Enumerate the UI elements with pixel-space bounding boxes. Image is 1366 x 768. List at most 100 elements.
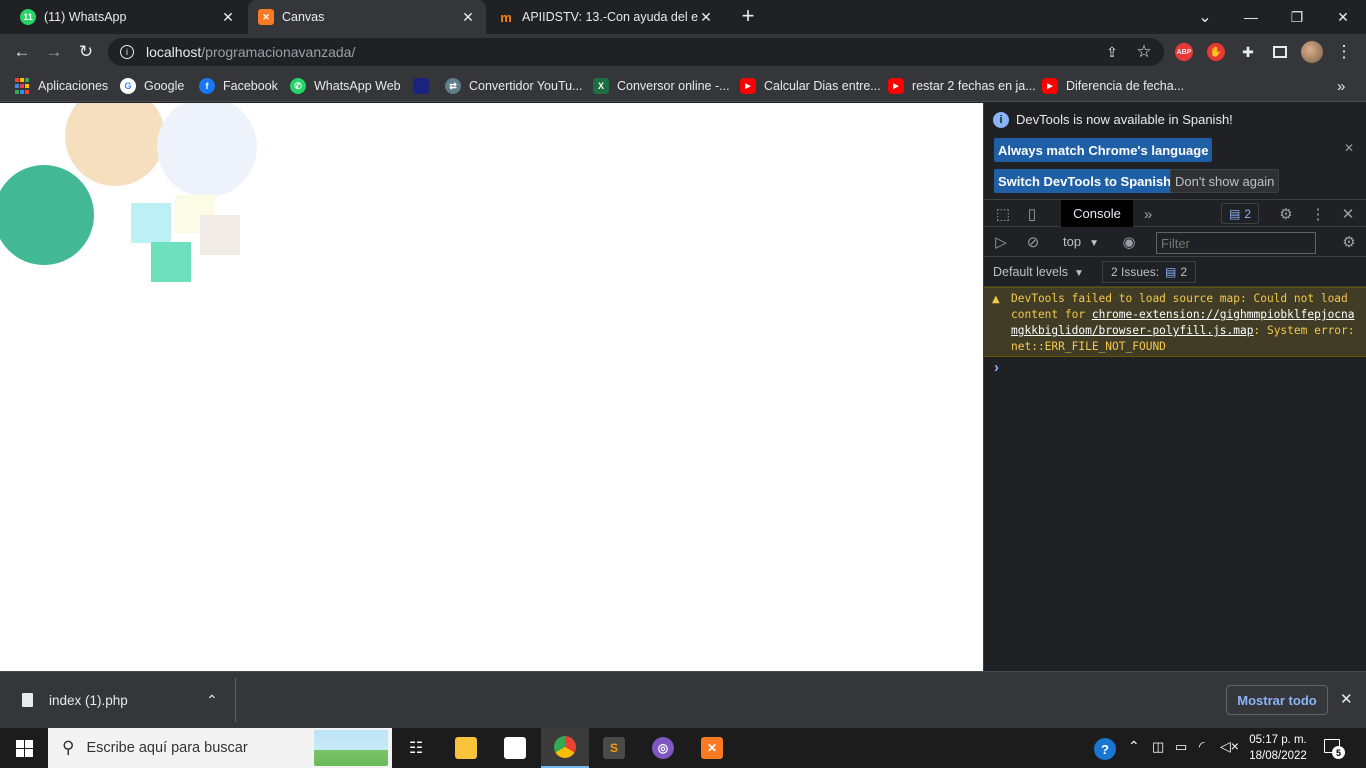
close-banner-icon[interactable]: ✕	[1344, 141, 1354, 155]
bookmark-conversor[interactable]: X Conversor online -...	[593, 76, 730, 96]
show-all-downloads-button[interactable]: Mostrar todo	[1226, 685, 1328, 715]
extensions-button[interactable]: ✚	[1234, 38, 1262, 66]
excel-icon: X	[593, 78, 609, 94]
volume-muted-icon[interactable]: ◁×	[1220, 738, 1239, 755]
tab-apiidstv[interactable]: m APIIDSTV: 13.-Con ayuda del eve ✕	[488, 0, 724, 34]
help-icon[interactable]: ?	[1094, 738, 1116, 760]
download-filename: index (1).php	[49, 692, 128, 708]
bookmark-convertidor[interactable]: ⇄ Convertidor YouTu...	[445, 76, 583, 96]
bookmark-diferencia-fecha[interactable]: ▶ Diferencia de fecha...	[1042, 76, 1184, 96]
tab-title: APIIDSTV: 13.-Con ayuda del eve	[522, 10, 698, 24]
issues-label: 2 Issues:	[1111, 265, 1160, 279]
share-button[interactable]: ⇪	[1098, 38, 1126, 66]
bookmark-aplicaciones[interactable]: Aplicaciones	[14, 76, 108, 96]
bookmark-label: Aplicaciones	[38, 79, 109, 93]
issues-badge: 2	[1180, 265, 1188, 279]
browser-toolbar: ← → ↻ i localhost/programacionavanzada/ …	[0, 34, 1366, 70]
taskbar-chrome[interactable]	[541, 728, 589, 768]
mint-square	[151, 242, 191, 282]
issues-counter-button[interactable]: ▤ 2	[1221, 203, 1259, 224]
bookmark-calcular-dias[interactable]: ▶ Calcular Dias entre...	[740, 76, 881, 96]
bookmarks-overflow-button[interactable]: »	[1337, 76, 1345, 96]
minimize-button[interactable]: —	[1228, 0, 1274, 34]
notification-center-button[interactable]: 5	[1322, 737, 1346, 759]
menu-button[interactable]: ⋮	[1330, 38, 1358, 66]
search-icon: ⚲	[62, 738, 75, 757]
dropdown-arrow-icon: ▼	[1074, 268, 1084, 279]
bookmark-label: restar 2 fechas en ja...	[912, 79, 1036, 93]
download-shelf: index (1).php ⌃ Mostrar todo ✕	[0, 671, 1366, 728]
avatar	[1301, 41, 1323, 63]
tab-console[interactable]: Console	[1061, 200, 1133, 227]
bookmark-whatsapp-web[interactable]: ✆ WhatsApp Web	[290, 76, 401, 96]
taskbar-search-box[interactable]: ⚲ Escribe aquí para buscar	[48, 728, 392, 768]
taskbar-file-explorer[interactable]	[442, 728, 490, 768]
sidebar-toggle-icon[interactable]: ▷	[990, 231, 1012, 253]
default-levels-dropdown[interactable]: Default levels ▼	[993, 265, 1084, 279]
console-prompt[interactable]: ›	[994, 359, 999, 376]
bookmark-facebook[interactable]: f Facebook	[199, 76, 278, 96]
close-window-button[interactable]: ✕	[1320, 0, 1366, 34]
forward-button[interactable]: →	[40, 38, 68, 66]
more-tabs-icon[interactable]: »	[1137, 203, 1159, 225]
start-button[interactable]	[0, 728, 48, 768]
side-panel-icon	[1273, 46, 1287, 58]
wifi-icon[interactable]: ◜	[1199, 738, 1204, 755]
stop-extension[interactable]: ✋	[1202, 38, 1230, 66]
page-viewport	[0, 103, 983, 671]
tab-whatsapp[interactable]: 11 (11) WhatsApp ✕	[10, 0, 246, 34]
kebab-menu-icon[interactable]: ⋮	[1307, 203, 1329, 225]
tab-search-button[interactable]: ⌄	[1182, 0, 1228, 34]
taskbar-github[interactable]: ◎	[639, 728, 687, 768]
site-info-icon[interactable]: i	[120, 45, 134, 59]
tab-canvas[interactable]: ✕ Canvas ✕	[248, 0, 486, 34]
tab-strip: 11 (11) WhatsApp ✕ ✕ Canvas ✕ m APIIDSTV…	[0, 0, 1366, 34]
bookmark-label: Google	[144, 79, 185, 93]
device-toolbar-icon[interactable]: ▯	[1021, 203, 1043, 225]
profile-button[interactable]	[1298, 38, 1326, 66]
clear-console-icon[interactable]: ⊘	[1022, 231, 1044, 253]
chevron-up-icon[interactable]: ⌃	[1128, 738, 1140, 755]
close-shelf-icon[interactable]: ✕	[1340, 690, 1353, 708]
download-item[interactable]: index (1).php ⌃	[8, 678, 236, 722]
chevron-up-icon[interactable]: ⌃	[206, 692, 218, 709]
close-tab-icon[interactable]: ✕	[460, 9, 476, 26]
new-tab-button[interactable]: +	[737, 5, 759, 27]
inspect-element-icon[interactable]: ⬚	[992, 203, 1014, 225]
converter-icon: ⇄	[445, 78, 461, 94]
clock[interactable]: 05:17 p. m. 18/08/2022	[1246, 732, 1310, 764]
eye-icon[interactable]: ◉	[1118, 231, 1140, 253]
restore-button[interactable]: ❐	[1274, 0, 1320, 34]
issues-link-button[interactable]: 2 Issues: ▤ 2	[1102, 261, 1197, 283]
back-button[interactable]: ←	[8, 38, 36, 66]
side-panel-button[interactable]	[1266, 38, 1294, 66]
bookmark-label: Convertidor YouTu...	[469, 79, 583, 93]
bookmark-site[interactable]	[413, 76, 437, 96]
settings-gear-icon[interactable]: ⚙	[1275, 203, 1297, 225]
bookmark-star-button[interactable]: ☆	[1130, 38, 1158, 66]
taskbar-sublime[interactable]: S	[590, 728, 638, 768]
close-tab-icon[interactable]: ✕	[698, 9, 714, 26]
dont-show-again-button[interactable]: Don't show again	[1170, 169, 1280, 193]
meet-now-icon[interactable]: ◫	[1152, 739, 1164, 755]
console-filter-input[interactable]	[1156, 232, 1316, 254]
console-levels-bar: Default levels ▼ 2 Issues: ▤ 2	[984, 258, 1366, 287]
reload-button[interactable]: ↻	[72, 38, 100, 66]
address-bar[interactable]: i localhost/programacionavanzada/	[108, 38, 1164, 66]
bookmark-google[interactable]: G Google	[120, 76, 184, 96]
always-match-language-button[interactable]: Always match Chrome's language	[994, 138, 1213, 162]
context-selector[interactable]: top ▼	[1063, 234, 1099, 249]
switch-to-spanish-button[interactable]: Switch DevTools to Spanish	[994, 169, 1176, 193]
adblock-extension[interactable]: ABP	[1170, 38, 1198, 66]
bookmark-restar-fechas[interactable]: ▶ restar 2 fechas en ja...	[888, 76, 1036, 96]
cyan-square	[131, 203, 171, 243]
beige-square	[200, 215, 240, 255]
task-view-button[interactable]: ☷	[392, 728, 440, 768]
battery-icon[interactable]: ▭	[1175, 739, 1187, 755]
close-tab-icon[interactable]: ✕	[220, 9, 236, 26]
taskbar-store[interactable]	[491, 728, 539, 768]
taskbar-xampp[interactable]: ✕	[688, 728, 736, 768]
console-settings-icon[interactable]: ⚙	[1338, 231, 1360, 253]
close-devtools-icon[interactable]: ✕	[1337, 203, 1359, 225]
tab-title: (11) WhatsApp	[44, 10, 127, 24]
